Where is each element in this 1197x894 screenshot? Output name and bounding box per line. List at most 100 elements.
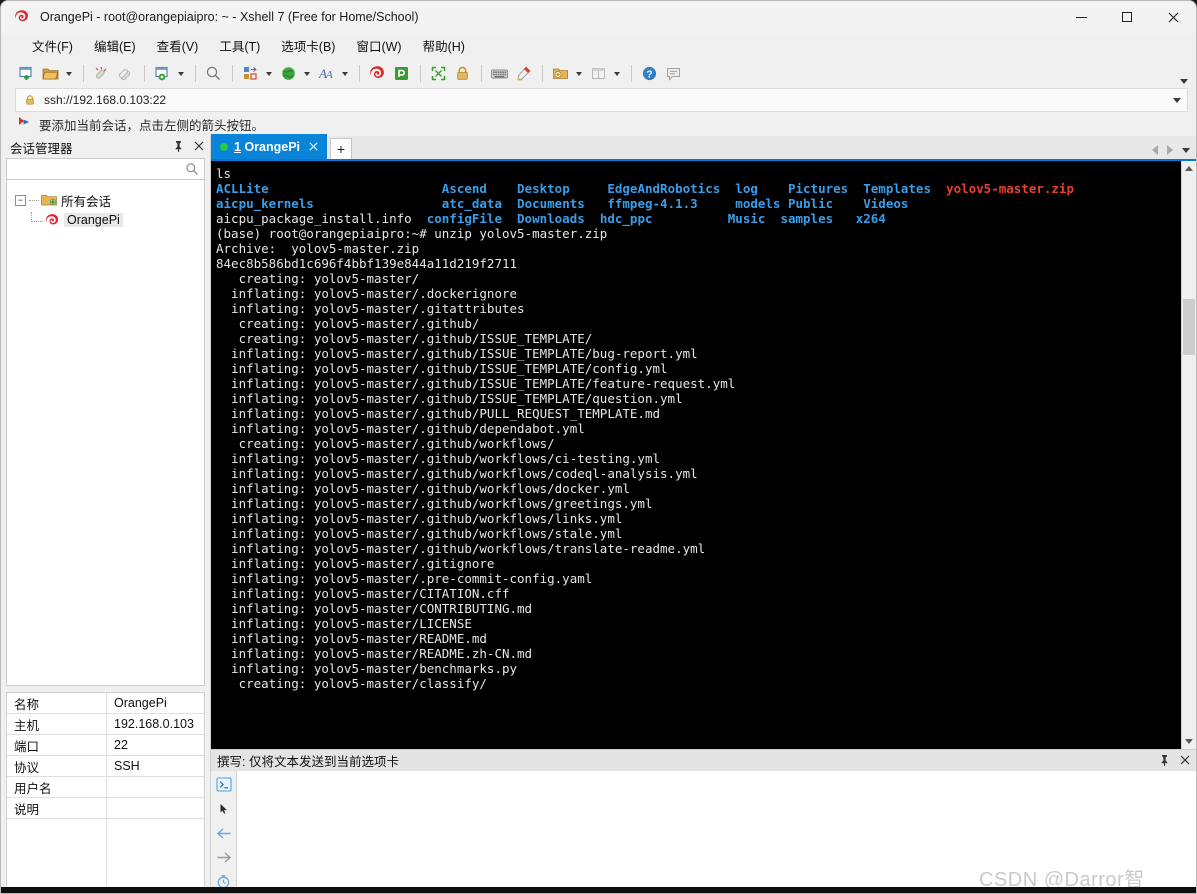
fullscreen-icon[interactable] [427, 63, 449, 85]
tree-node-all-sessions[interactable]: − 所有会话 [7, 190, 204, 210]
terminal-line: inflating: yolov5-master/.github/PULL_RE… [216, 406, 1181, 421]
tree-expander-icon[interactable]: − [15, 194, 26, 206]
add-folder-caret-icon[interactable] [573, 63, 584, 85]
help-icon[interactable]: ? [638, 63, 660, 85]
add-folder-icon[interactable] [549, 63, 571, 85]
property-row: 主机 192.168.0.103 [7, 714, 204, 735]
tree-connector [31, 212, 43, 222]
folder-icon [41, 193, 57, 207]
session-properties-caret-icon[interactable] [175, 63, 186, 85]
cursor-icon[interactable] [214, 800, 234, 816]
address-bar[interactable]: ssh://192.168.0.103:22 [15, 88, 1188, 112]
tab-orangepi[interactable]: 1 OrangePi [211, 134, 328, 159]
font-caret-icon[interactable] [339, 63, 350, 85]
minimize-button[interactable] [1058, 1, 1104, 33]
terminal-line: ls [216, 166, 1181, 181]
tab-prev-icon[interactable] [1152, 145, 1158, 155]
menu-tools[interactable]: 工具(T) [210, 33, 269, 58]
menu-file[interactable]: 文件(F) [23, 33, 82, 58]
close-compose-icon[interactable] [1180, 754, 1190, 768]
property-row: 协议 SSH [7, 756, 204, 777]
terminal-scrollbar[interactable] [1181, 161, 1196, 749]
tree-connector [29, 199, 39, 201]
font-icon[interactable]: A A [315, 63, 337, 85]
new-session-icon[interactable] [15, 63, 37, 85]
reconnect-icon [114, 63, 136, 85]
terminal-prompt-icon[interactable] [214, 776, 234, 792]
pin-compose-icon[interactable] [1159, 754, 1170, 769]
scrollbar-thumb[interactable] [1183, 299, 1195, 355]
forward-arrow-icon[interactable] [214, 849, 234, 865]
open-folder-caret-icon[interactable] [63, 63, 74, 85]
xshell-icon[interactable] [366, 63, 388, 85]
terminal-segment: creating: yolov5-master/classify/ [216, 676, 487, 691]
terminal-segment: EdgeAndRobotics [607, 181, 736, 196]
back-arrow-icon[interactable] [214, 825, 234, 841]
menu-edit[interactable]: 编辑(E) [85, 33, 145, 58]
terminal-line: inflating: yolov5-master/README.md [216, 631, 1181, 646]
tab-bar: 1 OrangePi + [211, 134, 1196, 161]
highlight-icon[interactable] [512, 63, 534, 85]
terminal-line: creating: yolov5-master/.github/workflow… [216, 436, 1181, 451]
terminal-area: 1 OrangePi + ls ACLLite Ascend Desktop Ed… [211, 134, 1196, 890]
tab-next-icon[interactable] [1167, 145, 1173, 155]
terminal-line: inflating: yolov5-master/.github/ISSUE_T… [216, 346, 1181, 361]
disconnect-icon [90, 63, 112, 85]
globe-icon[interactable] [277, 63, 299, 85]
terminal-line: inflating: yolov5-master/.github/workflo… [216, 481, 1181, 496]
toolbar-separator [631, 65, 632, 82]
tab-index: 1 [234, 139, 241, 154]
compose-side-toolbar [211, 771, 237, 890]
tab-list-icon[interactable] [1182, 147, 1190, 153]
menu-window[interactable]: 窗口(W) [347, 33, 410, 58]
terminal-line: inflating: yolov5-master/.github/workflo… [216, 496, 1181, 511]
terminal-segment: Desktop [517, 181, 608, 196]
terminal-segment: inflating: yolov5-master/.dockerignore [216, 286, 518, 301]
tree-node-orangepi[interactable]: OrangePi [7, 210, 204, 230]
chevron-down-icon[interactable] [1173, 89, 1181, 111]
property-key: 协议 [7, 756, 107, 776]
session-properties-icon[interactable] [151, 63, 173, 85]
lock-icon[interactable] [451, 63, 473, 85]
toolbar-overflow-icon[interactable] [1180, 59, 1188, 88]
property-row: 端口 22 [7, 735, 204, 756]
tab-close-icon[interactable] [306, 139, 321, 154]
compose-input[interactable] [237, 771, 1196, 890]
close-panel-icon[interactable] [194, 141, 204, 153]
pin-panel-icon[interactable] [173, 140, 184, 154]
keyboard-icon[interactable] [488, 63, 510, 85]
terminal-line: inflating: yolov5-master/.github/workflo… [216, 511, 1181, 526]
find-icon[interactable] [202, 63, 224, 85]
compose-header: 撰写: 仅将文本发送到当前选项卡 [211, 749, 1196, 771]
terminal-segment: ffmpeg-4.1.3 [607, 196, 736, 211]
property-key: 用户名 [7, 777, 107, 797]
terminal-line: inflating: yolov5-master/LICENSE [216, 616, 1181, 631]
terminal-segment: hdc_ppc [599, 211, 728, 226]
terminal-segment: aicpu_kernels [216, 196, 442, 211]
terminal-view[interactable]: ls ACLLite Ascend Desktop EdgeAndRobotics… [211, 161, 1196, 749]
tab-label: 1 OrangePi [234, 140, 300, 154]
terminal-segment: inflating: yolov5-master/benchmarks.py [216, 661, 518, 676]
close-button[interactable] [1150, 1, 1196, 33]
globe-caret-icon[interactable] [301, 63, 312, 85]
terminal-segment: inflating: yolov5-master/.github/workflo… [216, 496, 653, 511]
maximize-button[interactable] [1104, 1, 1150, 33]
scroll-up-icon[interactable] [1182, 161, 1196, 176]
terminal-segment: inflating: yolov5-master/README.zh-CN.md [216, 646, 533, 661]
menu-help[interactable]: 帮助(H) [414, 33, 474, 58]
tree-label-all-sessions: 所有会话 [61, 194, 112, 209]
address-value: ssh://192.168.0.103:22 [44, 93, 167, 107]
terminal-segment: ACLLite [216, 181, 442, 196]
property-key: 名称 [7, 693, 107, 713]
session-search-box[interactable] [6, 158, 205, 180]
terminal-segment: inflating: yolov5-master/.github/PULL_RE… [216, 406, 661, 421]
open-folder-icon[interactable] [39, 63, 61, 85]
menu-view[interactable]: 查看(V) [148, 33, 208, 58]
menu-tabs[interactable]: 选项卡(B) [272, 33, 344, 58]
layout-caret-icon[interactable] [263, 63, 274, 85]
xftp-icon[interactable] [390, 63, 412, 85]
layout-icon[interactable] [239, 63, 261, 85]
terminal-segment: inflating: yolov5-master/LICENSE [216, 616, 472, 631]
scroll-down-icon[interactable] [1182, 734, 1196, 749]
new-tab-button[interactable]: + [330, 138, 353, 159]
